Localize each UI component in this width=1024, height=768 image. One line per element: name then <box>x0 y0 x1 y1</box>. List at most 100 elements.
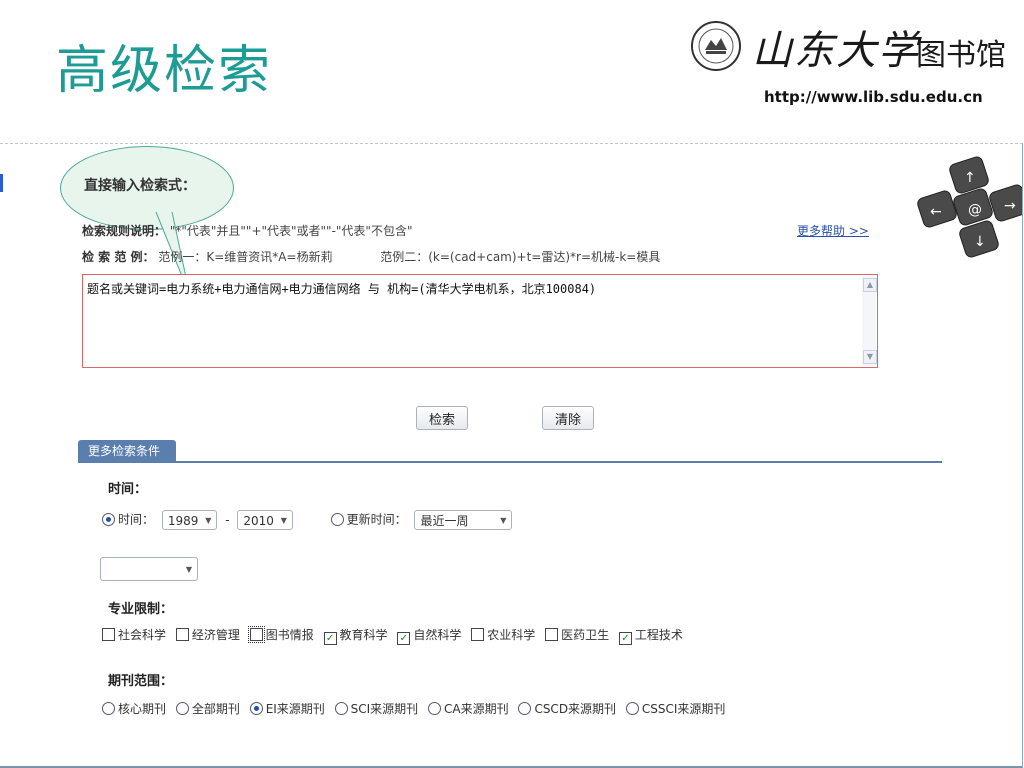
journal-option[interactable]: 核心期刊 <box>102 702 166 716</box>
tab-more-conditions[interactable]: 更多检索条件 <box>78 440 176 462</box>
chevron-down-icon: ▼ <box>205 516 212 525</box>
journal-option[interactable]: CA来源期刊 <box>428 702 509 716</box>
journal-label: CSSCI来源期刊 <box>641 702 726 716</box>
subject-label: 经济管理 <box>191 628 240 642</box>
journal-label: SCI来源期刊 <box>350 702 419 716</box>
subject-label: 自然科学 <box>413 628 462 642</box>
time-radio[interactable] <box>102 512 115 526</box>
subject-label: 农业科学 <box>487 628 536 642</box>
slide-title: 高级检索 <box>56 41 273 101</box>
subject-checkbox[interactable]: ✓ <box>618 632 632 645</box>
subject-option[interactable]: 医药卫生 <box>545 628 609 642</box>
chevron-down-icon: ▼ <box>280 516 287 525</box>
subject-label: 工程技术 <box>634 628 683 642</box>
time-radio-label: 时间： <box>118 512 155 527</box>
scroll-up-icon[interactable]: ▲ <box>863 278 877 292</box>
rules-row: 检索规则说明： "*"代表"并且""+"代表"或者""-"代表"不包含" <box>82 222 412 239</box>
subject-option[interactable]: ✓ 自然科学 <box>397 628 462 645</box>
journal-radio[interactable] <box>102 702 115 715</box>
journal-option[interactable]: 全部期刊 <box>175 702 240 716</box>
year-separator: - <box>225 512 230 527</box>
update-time-select[interactable]: 最近一周 ▼ <box>414 510 513 530</box>
journal-label: EI来源期刊 <box>265 702 325 716</box>
time-row: 时间： 1989 ▼ - 2010 ▼ 更新时间： 最近一周 ▼ <box>102 510 513 530</box>
tab-underline <box>78 461 942 463</box>
year-from-select[interactable]: 1989 ▼ <box>161 510 218 530</box>
subject-label: 图书情报 <box>265 628 314 642</box>
rules-label: 检索规则说明： <box>82 224 167 238</box>
search-panel: ↑ ← @ → ↓ 直接输入检索式： 检索规则说明： "*"代表"并且""+"代表"或… <box>0 143 1023 768</box>
subject-section-title: 专业限制： <box>108 602 174 617</box>
more-conditions-tabstrip: 更多检索条件 <box>78 436 942 464</box>
subject-option[interactable]: 农业科学 <box>471 628 535 642</box>
subject-checkbox[interactable] <box>247 626 265 643</box>
direct-input-label: 直接输入检索式： <box>84 178 196 194</box>
svg-text:↑: ↑ <box>964 170 976 186</box>
update-time-radio[interactable] <box>330 512 344 526</box>
brand-url: http://www.lib.sdu.edu.cn <box>764 88 983 106</box>
journal-option[interactable]: EI来源期刊 <box>249 702 325 716</box>
subject-option[interactable]: ✓ 工程技术 <box>618 628 683 645</box>
university-seal-icon <box>691 21 741 71</box>
subject-checkbox-row: 社会科学 经济管理 图书情报 ✓ 教育科学 ✓ 自然科学 农业科学 医药卫生 ✓ 工程… <box>102 626 689 645</box>
subject-label: 教育科学 <box>339 628 388 642</box>
extra-select[interactable]: ▼ <box>100 557 198 581</box>
query-textarea[interactable]: 题名或关键词=电力系统+电力通信网+电力通信网络 与 机构=(清华大学电机系，北… <box>84 276 862 366</box>
subject-option[interactable]: 社会科学 <box>102 628 166 642</box>
subject-option[interactable]: 经济管理 <box>175 628 240 642</box>
year-to-value: 2010 <box>243 514 274 528</box>
year-to-select[interactable]: 2010 ▼ <box>237 510 293 530</box>
journal-radio[interactable] <box>249 702 263 715</box>
journal-radio[interactable] <box>334 702 348 715</box>
subject-label: 医药卫生 <box>561 628 610 642</box>
subject-checkbox[interactable] <box>545 628 559 641</box>
subject-checkbox[interactable] <box>175 628 189 641</box>
svg-text:←: ← <box>930 204 942 220</box>
journal-section-title: 期刊范围： <box>108 674 174 689</box>
query-box: 题名或关键词=电力系统+电力通信网+电力通信网络 与 机构=(清华大学电机系，北… <box>82 274 878 368</box>
edge-marker <box>0 174 3 192</box>
scroll-down-icon[interactable]: ▼ <box>863 350 877 364</box>
journal-option[interactable]: CSSCI来源期刊 <box>625 702 726 716</box>
search-button[interactable]: 检索 <box>416 406 469 430</box>
svg-text:↓: ↓ <box>974 234 986 250</box>
example-two: 范例二：(k=(cad+cam)+t=雷达)*r=机械-k=模具 <box>380 250 661 264</box>
update-time-label: 更新时间： <box>346 512 407 527</box>
subject-checkbox[interactable] <box>471 628 485 641</box>
more-help-link[interactable]: 更多帮助 >> <box>797 222 869 239</box>
rules-text: "*"代表"并且""+"代表"或者""-"代表"不包含" <box>169 224 413 238</box>
journal-option[interactable]: CSCD来源期刊 <box>518 702 616 716</box>
journal-option[interactable]: SCI来源期刊 <box>334 702 419 716</box>
journal-label: CSCD来源期刊 <box>534 702 617 716</box>
update-time-value: 最近一周 <box>420 514 469 528</box>
chevron-down-icon: ▼ <box>185 565 192 574</box>
svg-text:→: → <box>1004 198 1016 214</box>
library-brand: 山东大学 图书馆 http://www.lib.sdu.edu.cn <box>690 16 1020 116</box>
time-section-title: 时间： <box>108 482 148 497</box>
brand-calligraphy: 山东大学 <box>752 28 920 74</box>
brand-library-name: 图书馆 <box>916 38 1006 73</box>
journal-radio[interactable] <box>518 702 532 715</box>
svg-text:@: @ <box>968 202 982 218</box>
subject-checkbox[interactable] <box>102 628 115 641</box>
journal-radio[interactable] <box>175 702 189 715</box>
examples-label: 检 索 范 例： <box>82 250 155 264</box>
journal-label: 全部期刊 <box>191 702 240 716</box>
clear-button[interactable]: 清除 <box>542 406 595 430</box>
example-one: 范例一：K=维普资讯*A=杨新莉 <box>158 250 333 264</box>
journal-radio[interactable] <box>428 702 442 715</box>
subject-checkbox[interactable]: ✓ <box>397 632 411 645</box>
chevron-down-icon: ▼ <box>500 516 507 525</box>
journal-label: 核心期刊 <box>118 702 167 716</box>
subject-option[interactable]: ✓ 教育科学 <box>323 628 388 645</box>
journal-radio[interactable] <box>625 702 639 715</box>
subject-checkbox[interactable]: ✓ <box>323 632 337 645</box>
year-from-value: 1989 <box>167 514 199 528</box>
extra-select-row: ▼ <box>100 557 198 581</box>
journal-radio-row: 核心期刊 全部期刊 EI来源期刊 SCI来源期刊 CA来源期刊 CSCD来源期刊… <box>102 700 731 717</box>
subject-option[interactable]: 图书情报 <box>247 626 314 643</box>
query-scrollbar[interactable]: ▲ ▼ <box>862 276 877 366</box>
keyboard-keys-icon: ↑ ← @ → ↓ <box>917 156 1022 258</box>
journal-label: CA来源期刊 <box>444 702 509 716</box>
subject-label: 社会科学 <box>118 628 167 642</box>
